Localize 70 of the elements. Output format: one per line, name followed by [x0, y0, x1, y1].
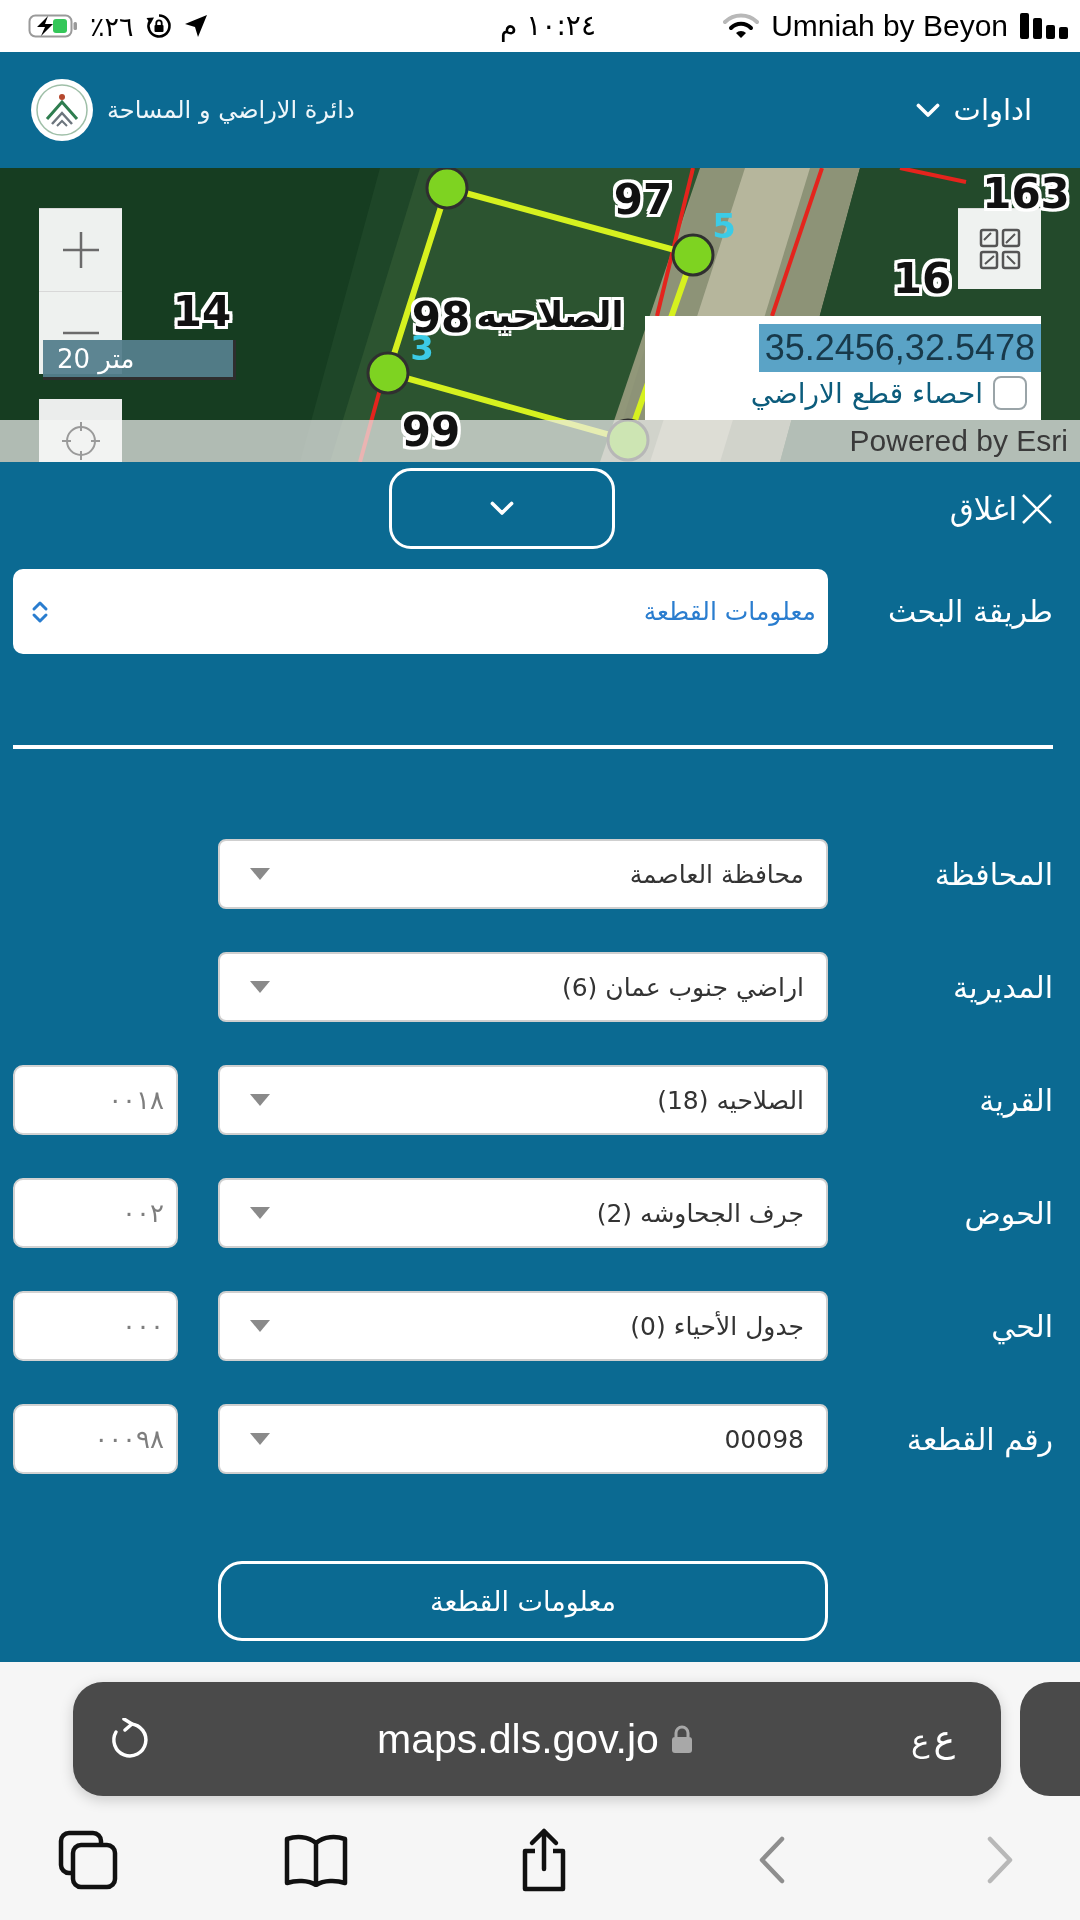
page-menu-button[interactable]: عع [905, 1717, 961, 1761]
field-label: رقم القطعة [905, 1421, 1053, 1457]
dropdown-select[interactable]: محافظة العاصمة [218, 839, 828, 909]
battery-icon [28, 14, 78, 38]
logo-icon [31, 79, 93, 141]
field-label: الحي [990, 1308, 1053, 1344]
dropdown-triangle-icon [250, 1433, 270, 1445]
field-label: الحوض [963, 1195, 1053, 1231]
close-button[interactable]: اغلاق [949, 486, 1053, 531]
code-field[interactable]: ٠٠١٨ [13, 1065, 178, 1135]
field-label: المحافظة [933, 856, 1053, 892]
dropdown-triangle-icon [250, 1094, 270, 1106]
dropdown-triangle-icon [250, 868, 270, 880]
dropdown-select[interactable]: اراضي جنوب عمان (6) [218, 952, 828, 1022]
field-label: القرية [978, 1082, 1053, 1118]
dropdown-select[interactable]: جرف الجحاوشه (2) [218, 1178, 828, 1248]
battery-percentage: ٪٢٦ [90, 12, 134, 40]
chevron-down-icon [915, 102, 940, 118]
collapse-button[interactable] [389, 468, 615, 549]
dropdown-select[interactable]: 00098 [218, 1404, 828, 1474]
grid-icon [978, 228, 1021, 270]
minus-icon [60, 331, 101, 335]
carrier-name: Umniah by Beyon [771, 11, 1008, 41]
dropdown-triangle-icon [250, 1207, 270, 1219]
code-field[interactable]: ٠٠٠٩٨ [13, 1404, 178, 1474]
vertex-marker [425, 168, 469, 210]
reload-icon[interactable] [109, 1718, 149, 1760]
parcel-label: 16 [892, 258, 952, 300]
dropdown-select[interactable]: الصلاحيه (18) [218, 1065, 828, 1135]
parcel-info-button[interactable]: معلومات القطعة [218, 1561, 828, 1641]
chevron-down-icon [490, 501, 514, 516]
vertex-marker [366, 351, 410, 395]
parcel-label: 14 [172, 291, 232, 333]
code-field[interactable]: ٠٠٢ [13, 1178, 178, 1248]
site-title: دائرة الاراضي و المساحة [107, 96, 355, 124]
vertex-marker [671, 233, 715, 277]
scale-bar: 20 متر [43, 340, 236, 380]
checkbox[interactable] [993, 376, 1027, 410]
coordinates-text: 35.2456,32.5478 [758, 324, 1041, 372]
lock-icon [670, 1724, 693, 1754]
attribution-text: Powered by Esri [849, 424, 1068, 458]
field-label: طريقة البحث [887, 594, 1053, 629]
book-icon[interactable] [284, 1833, 348, 1887]
basemap-button[interactable] [958, 208, 1041, 289]
tab-preview[interactable] [1020, 1682, 1080, 1796]
wifi-icon [723, 13, 760, 39]
tools-menu-button[interactable]: اداوات [915, 89, 1032, 131]
vertex-number-label: 5 [712, 209, 736, 243]
crosshair-icon [60, 421, 101, 461]
code-field[interactable]: ٠٠٠ [13, 1291, 178, 1361]
clock-time: ١٠:٢٤ م [500, 12, 596, 40]
checkbox-label: احصاء قطع الاراضي [750, 376, 983, 410]
parcel-label: 99 [401, 411, 461, 453]
tabs-icon[interactable] [58, 1830, 118, 1890]
boundary-line [899, 168, 967, 184]
location-arrow-icon [183, 14, 208, 38]
signal-bars-icon [1020, 13, 1068, 39]
dropdown-triangle-icon [250, 981, 270, 993]
rotation-lock-icon [145, 13, 172, 39]
close-icon [1021, 492, 1053, 525]
parcel-label: 97 [613, 179, 673, 221]
plus-icon [60, 230, 101, 270]
zoom-in-button[interactable] [39, 208, 122, 291]
search-method-select[interactable]: معلومات القطعة [13, 569, 828, 654]
parcel-label: 163 [982, 173, 1070, 215]
url-text: maps.dls.gov.jo [377, 1715, 659, 1763]
village-name-label: الصلاحيه [476, 297, 624, 333]
dropdown-triangle-icon [250, 1320, 270, 1332]
field-label: المديرية [952, 969, 1053, 1005]
dropdown-select[interactable]: جدول الأحياء (0) [218, 1291, 828, 1361]
